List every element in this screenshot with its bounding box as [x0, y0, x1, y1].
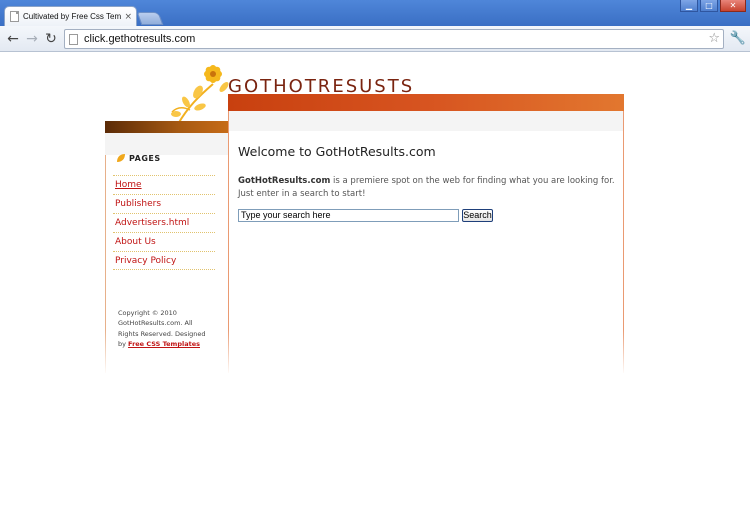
sidebar-header-band [105, 133, 228, 155]
search-input[interactable]: Type your search here [238, 209, 459, 222]
nav-link-publishers[interactable]: Publishers [115, 199, 161, 209]
maximize-button[interactable]: □ [700, 0, 718, 12]
leaf-icon [117, 154, 125, 162]
content-top-band [229, 111, 623, 131]
url-text[interactable]: click.gethotresults.com [84, 33, 195, 45]
sidebar-fade [104, 330, 108, 375]
browser-tab[interactable]: Cultivated by Free Css Templ × [4, 6, 137, 26]
page-title: Welcome to GotHotResults.com [238, 144, 436, 159]
header-bar [228, 94, 624, 111]
reload-icon[interactable]: ↻ [42, 30, 60, 48]
browser-titlebar: Cultivated by Free Css Templ × ▁ □ ✕ [0, 0, 750, 26]
sidebar-item-home: Home [113, 175, 215, 194]
sidebar-item-about-us: About Us [113, 232, 215, 251]
page-icon [69, 33, 78, 45]
nav-link-about-us[interactable]: About Us [115, 237, 156, 247]
free-css-templates-link[interactable]: Free CSS Templates [128, 340, 200, 348]
wrench-icon[interactable]: 🔧 [729, 30, 747, 48]
tab-close-icon[interactable]: × [124, 12, 132, 22]
sidebar-top-bar [105, 121, 228, 133]
window-controls: ▁ □ ✕ [680, 0, 746, 12]
pages-heading-label: PAGES [129, 153, 161, 163]
copyright-notice: Copyright © 2010 GotHotResults.com. All … [118, 308, 213, 349]
sidebar-nav: Home Publishers Advertisers.html About U… [113, 175, 215, 270]
nav-link-home[interactable]: Home [115, 180, 142, 190]
new-tab-button[interactable] [136, 12, 164, 25]
intro-paragraph: GotHotResults.com is a premiere spot on … [238, 175, 618, 200]
minimize-button[interactable]: ▁ [680, 0, 698, 12]
browser-toolbar: ← → ↻ click.gethotresults.com ☆ 🔧 [0, 26, 750, 52]
sidebar-item-publishers: Publishers [113, 194, 215, 213]
sidebar-item-advertisers: Advertisers.html [113, 213, 215, 232]
flower-logo-icon [171, 65, 229, 125]
sidebar-item-privacy-policy: Privacy Policy [113, 251, 215, 270]
search-button[interactable]: Search [462, 209, 493, 222]
pages-heading: PAGES [116, 153, 161, 163]
page-icon [10, 11, 19, 22]
back-arrow-icon[interactable]: ← [4, 30, 22, 48]
content-fade [226, 330, 626, 375]
tab-title: Cultivated by Free Css Templ [23, 12, 122, 21]
bookmark-star-icon[interactable]: ☆ [708, 31, 720, 46]
address-bar[interactable]: click.gethotresults.com ☆ [64, 29, 724, 49]
intro-site-name: GotHotResults.com [238, 176, 331, 186]
nav-link-privacy-policy[interactable]: Privacy Policy [115, 256, 176, 266]
nav-link-advertisers[interactable]: Advertisers.html [115, 218, 189, 228]
forward-arrow-icon[interactable]: → [23, 30, 41, 48]
close-window-button[interactable]: ✕ [720, 0, 746, 12]
